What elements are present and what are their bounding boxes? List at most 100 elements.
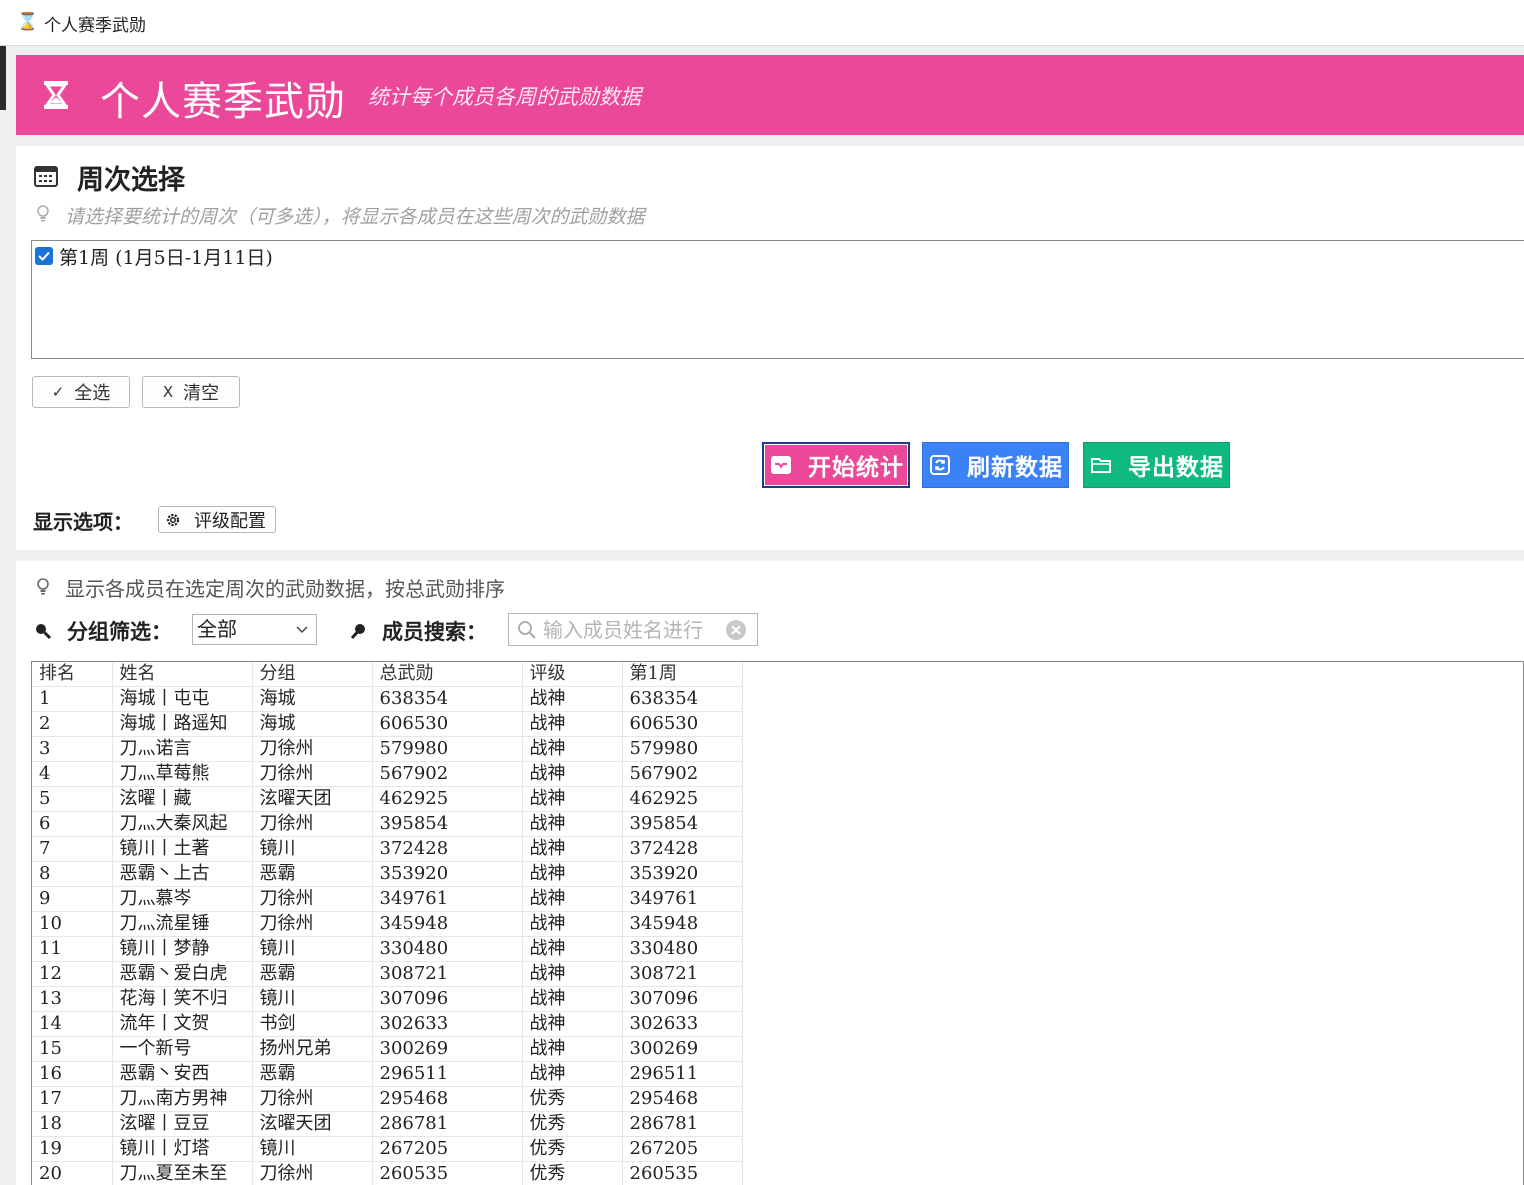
table-cell: 353920: [622, 861, 743, 887]
table-cell: 395854: [372, 811, 523, 837]
table-cell: 345948: [622, 911, 743, 937]
table-cell: 镜川丨土著: [112, 836, 253, 862]
refresh-data-label: 刷新数据: [967, 454, 1063, 481]
table-cell: 1: [32, 686, 113, 712]
column-header[interactable]: 评级: [522, 662, 623, 687]
window-titlebar: ⌛ 个人赛季武勋: [0, 0, 1524, 46]
clear-label: 清空: [183, 383, 220, 404]
display-options-label: 显示选项：: [33, 510, 133, 534]
filter-row: 分组筛选： 全部 成员搜索：: [16, 613, 1524, 647]
table-cell: 刀徐州: [252, 911, 373, 937]
table-cell: 295468: [372, 1086, 523, 1112]
header-banner: 个人赛季武勋 统计每个成员各周的武勋数据: [16, 55, 1524, 135]
table-row[interactable]: 1 海城丨屯屯 海城 638354 战神 638354: [32, 686, 743, 712]
table-cell: 优秀: [522, 1161, 623, 1185]
group-filter-value: 全部: [197, 617, 237, 641]
table-cell: 14: [32, 1011, 113, 1037]
start-stats-label: 开始统计: [808, 454, 904, 481]
table-cell: 13: [32, 986, 113, 1012]
table-row[interactable]: 20 刀灬夏至未至 刀徐州 260535 优秀 260535: [32, 1161, 743, 1185]
table-cell: 2: [32, 711, 113, 737]
table-cell: 260535: [622, 1161, 743, 1185]
table-row[interactable]: 3 刀灬诺言 刀徐州 579980 战神 579980: [32, 736, 743, 762]
table-row[interactable]: 18 泫曜丨豆豆 泫曜天团 286781 优秀 286781: [32, 1111, 743, 1137]
table-cell: 300269: [622, 1036, 743, 1062]
refresh-data-button[interactable]: 刷新数据: [922, 442, 1069, 488]
table-cell: 海城丨路遥知: [112, 711, 253, 737]
table-row[interactable]: 16 恶霸丶安西 恶霸 296511 战神 296511: [32, 1061, 743, 1087]
column-header[interactable]: 排名: [32, 662, 113, 687]
lightbulb-icon: [37, 578, 49, 595]
table-cell: 302633: [372, 1011, 523, 1037]
table-cell: 战神: [522, 1036, 623, 1062]
table-cell: 11: [32, 936, 113, 962]
hourglass-icon: [44, 81, 68, 109]
table-cell: 泫曜丨豆豆: [112, 1111, 253, 1137]
table-row[interactable]: 19 镜川丨灯塔 镜川 267205 优秀 267205: [32, 1136, 743, 1162]
start-stats-button[interactable]: 开始统计: [762, 442, 910, 488]
table-cell: 战神: [522, 936, 623, 962]
table-cell: 579980: [372, 736, 523, 762]
table-cell: 海城: [252, 711, 373, 737]
column-header[interactable]: 第1周: [622, 662, 743, 687]
group-filter-select[interactable]: 全部: [192, 614, 317, 645]
search-icon: [518, 621, 536, 639]
table-row[interactable]: 14 流年丨文贺 书剑 302633 战神 302633: [32, 1011, 743, 1037]
select-all-button[interactable]: ✓ 全选: [32, 376, 130, 408]
clear-search-icon[interactable]: [725, 619, 747, 641]
table-cell: 9: [32, 886, 113, 912]
table-cell: 19: [32, 1136, 113, 1162]
column-header[interactable]: 总武勋: [372, 662, 523, 687]
refresh-icon: [930, 455, 950, 475]
table-row[interactable]: 17 刀灬南方男神 刀徐州 295468 优秀 295468: [32, 1086, 743, 1112]
table-cell: 4: [32, 761, 113, 787]
results-hint: 显示各成员在选定周次的武勋数据，按总武勋排序: [65, 577, 505, 601]
table-row[interactable]: 11 镜川丨梦静 镜川 330480 战神 330480: [32, 936, 743, 962]
table-cell: 镜川: [252, 836, 373, 862]
week-item[interactable]: 第1周 (1月5日-1月11日): [35, 245, 273, 269]
table-cell: 恶霸: [252, 1061, 373, 1087]
week-selection-panel: 周次选择 请选择要统计的周次（可多选），将显示各成员在这些周次的武勋数据 第1周…: [16, 146, 1524, 550]
table-row[interactable]: 4 刀灬草莓熊 刀徐州 567902 战神 567902: [32, 761, 743, 787]
table-cell: 刀徐州: [252, 811, 373, 837]
member-search-input[interactable]: [543, 616, 723, 643]
clear-button[interactable]: X 清空: [142, 376, 240, 408]
table-row[interactable]: 8 恶霸丶上古 恶霸 353920 战神 353920: [32, 861, 743, 887]
table-cell: 16: [32, 1061, 113, 1087]
table-row[interactable]: 13 花海丨笑不归 镜川 307096 战神 307096: [32, 986, 743, 1012]
table-row[interactable]: 15 一个新号 扬州兄弟 300269 战神 300269: [32, 1036, 743, 1062]
table-row[interactable]: 9 刀灬慕岑 刀徐州 349761 战神 349761: [32, 886, 743, 912]
rating-config-button[interactable]: 评级配置: [158, 506, 276, 533]
export-data-button[interactable]: 导出数据: [1083, 442, 1230, 488]
hourglass-icon: ⌛: [17, 12, 39, 32]
table-cell: 296511: [622, 1061, 743, 1087]
column-header[interactable]: 姓名: [112, 662, 253, 687]
x-icon: X: [162, 383, 174, 401]
table-cell: 泫曜天团: [252, 786, 373, 812]
table-row[interactable]: 5 泫曜丨藏 泫曜天团 462925 战神 462925: [32, 786, 743, 812]
table-cell: 286781: [372, 1111, 523, 1137]
table-cell: 泫曜丨藏: [112, 786, 253, 812]
window-title: 个人赛季武勋: [44, 16, 146, 36]
check-icon: [38, 251, 50, 261]
table-cell: 战神: [522, 1061, 623, 1087]
table-cell: 18: [32, 1111, 113, 1137]
table-row[interactable]: 7 镜川丨土著 镜川 372428 战神 372428: [32, 836, 743, 862]
rating-config-label: 评级配置: [194, 510, 266, 532]
table-row[interactable]: 2 海城丨路遥知 海城 606530 战神 606530: [32, 711, 743, 737]
results-table: 排名 姓名 分组 总武勋 评级 第1周 1 海城丨屯屯 海城 638354 战神 6383…: [31, 661, 1524, 1185]
table-row[interactable]: 6 刀灬大秦风起 刀徐州 395854 战神 395854: [32, 811, 743, 837]
member-search-box[interactable]: [508, 613, 758, 646]
table-cell: 镜川丨灯塔: [112, 1136, 253, 1162]
calendar-icon: [34, 166, 58, 187]
table-cell: 刀灬诺言: [112, 736, 253, 762]
table-row[interactable]: 12 恶霸丶爱白虎 恶霸 308721 战神 308721: [32, 961, 743, 987]
table-cell: 3: [32, 736, 113, 762]
banner-subtitle: 统计每个成员各周的武勋数据: [368, 85, 641, 109]
table-row[interactable]: 10 刀灬流星锤 刀徐州 345948 战神 345948: [32, 911, 743, 937]
table-cell: 刀徐州: [252, 736, 373, 762]
table-cell: 战神: [522, 836, 623, 862]
column-header[interactable]: 分组: [252, 662, 373, 687]
week-checkbox[interactable]: [35, 247, 53, 265]
table-cell: 刀灬流星锤: [112, 911, 253, 937]
